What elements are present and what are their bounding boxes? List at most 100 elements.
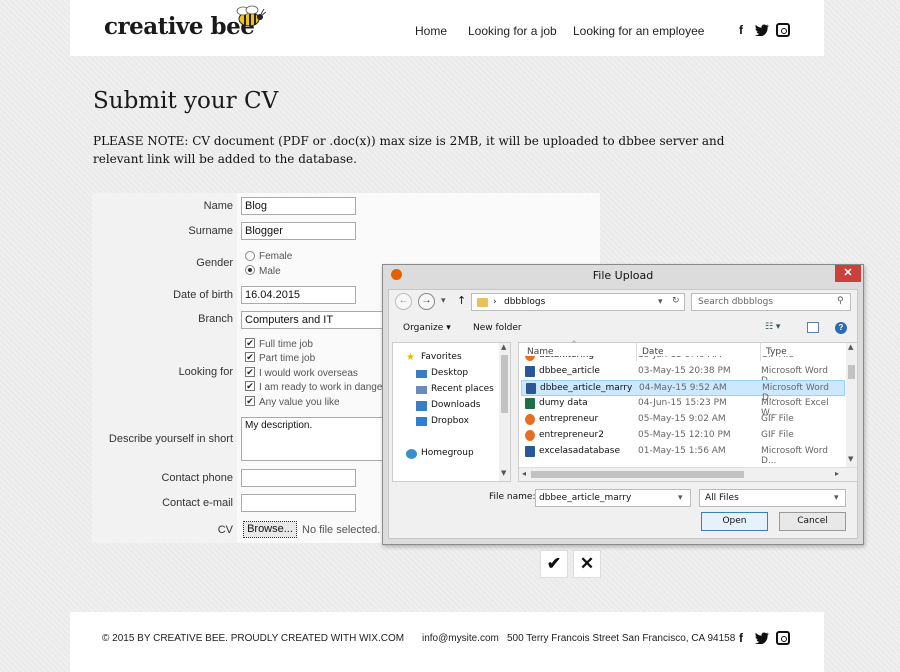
file-name: dbbee_article: [539, 366, 600, 376]
address-bar[interactable]: › dbbblogs ▾ ↻: [471, 293, 685, 311]
twitter-icon[interactable]: [755, 632, 769, 644]
dialog-close-button[interactable]: ✕: [835, 265, 861, 282]
preview-pane-icon[interactable]: [807, 322, 819, 333]
file-row[interactable]: datafiltering 15-Jun-15 9:49 AM GIF File: [521, 356, 845, 364]
gif-file-icon: [525, 414, 535, 425]
phone-input[interactable]: [241, 469, 356, 487]
file-name: dumy data: [539, 398, 588, 408]
recent-places-icon: [416, 386, 427, 394]
file-name-input[interactable]: dbbee_article_marry ▾: [535, 489, 691, 507]
describe-textarea[interactable]: My description.: [241, 417, 391, 461]
file-hscrollbar[interactable]: ◂ ▸: [519, 467, 857, 481]
breadcrumb[interactable]: dbbblogs: [504, 297, 545, 307]
twitter-icon[interactable]: [755, 24, 769, 36]
nav-scroll-thumb[interactable]: [501, 355, 508, 413]
search-input[interactable]: Search dbbblogs ⚲: [691, 293, 851, 311]
nav-looking-for-employee[interactable]: Looking for an employee: [573, 24, 704, 38]
nav-home[interactable]: Home: [415, 24, 447, 38]
nav-dropbox[interactable]: Dropbox: [431, 416, 469, 426]
site-footer: © 2015 BY CREATIVE BEE. PROUDLY CREATED …: [70, 612, 824, 672]
file-row[interactable]: dumy data 04-Jun-15 15:23 PM Microsoft Exc…: [521, 396, 845, 418]
file-scrollbar[interactable]: ▲ ▼: [846, 343, 857, 467]
label-gender: Gender: [196, 257, 233, 269]
view-options-icon[interactable]: ☷ ▾: [765, 322, 780, 332]
file-list: Name ^ Date Type datafiltering15-Jun-15 …: [518, 340, 858, 482]
gender-male-radio[interactable]: [245, 265, 255, 275]
file-scroll-thumb[interactable]: [848, 365, 855, 379]
nav-scrollbar[interactable]: ▲ ▼: [499, 343, 510, 481]
organize-menu[interactable]: Organize ▾: [403, 323, 451, 333]
gender-female-label: Female: [259, 251, 293, 262]
file-type-select[interactable]: All Files ▾: [699, 489, 846, 507]
dialog-body: ← → ▾ ↑ › dbbblogs ▾ ↻ Search dbbblogs ⚲…: [388, 289, 858, 539]
file-date: 15-Jun-15 9:49 AM: [638, 356, 722, 360]
dialog-cancel-button[interactable]: Cancel: [779, 512, 846, 531]
looking-parttime-checkbox[interactable]: ✔: [245, 352, 255, 362]
nav-looking-for-job[interactable]: Looking for a job: [468, 24, 557, 38]
looking-any-checkbox[interactable]: ✔: [245, 396, 255, 406]
forward-button[interactable]: →: [418, 293, 435, 310]
refresh-icon[interactable]: ↻: [672, 296, 680, 306]
search-placeholder: Search dbbblogs: [698, 297, 774, 307]
nav-pane: ★ Favorites Desktop Recent places Downlo…: [392, 342, 511, 482]
back-button[interactable]: ←: [395, 293, 412, 310]
label-phone: Contact phone: [161, 472, 233, 484]
file-type: Microsoft Word D...: [761, 446, 828, 466]
file-name-dropdown-icon[interactable]: ▾: [678, 493, 683, 503]
new-folder-button[interactable]: New folder: [473, 323, 522, 333]
name-input[interactable]: [241, 197, 356, 215]
nav-favorites[interactable]: Favorites: [421, 352, 462, 362]
cancel-button[interactable]: ✕: [573, 550, 601, 578]
file-type-dropdown-icon[interactable]: ▾: [834, 493, 839, 503]
dob-input[interactable]: [241, 286, 356, 304]
dropbox-icon: [416, 417, 427, 426]
folder-icon: [477, 298, 488, 307]
file-status-text: No file selected.: [302, 524, 381, 536]
address-dropdown-icon[interactable]: ▾: [658, 297, 663, 307]
footer-email[interactable]: info@mysite.com: [422, 633, 499, 644]
looking-dangerous-checkbox[interactable]: ✔: [245, 381, 255, 391]
file-row[interactable]: dbbee_article_marry 04-May-15 9:52 AM Micr…: [521, 380, 845, 403]
file-name: entrepreneur2: [539, 430, 604, 440]
browse-button[interactable]: Browse...: [243, 521, 297, 538]
instagram-icon[interactable]: [776, 631, 790, 645]
looking-overseas-checkbox[interactable]: ✔: [245, 367, 255, 377]
file-name-value: dbbee_article_marry: [539, 493, 632, 503]
organize-label: Organize: [403, 323, 444, 333]
close-icon: ✕: [579, 554, 595, 573]
file-type: GIF File: [761, 414, 794, 424]
word-doc-icon: [525, 366, 535, 377]
file-row[interactable]: entrepreneur 05-May-15 9:02 AM GIF File: [521, 412, 845, 428]
nav-recent-places[interactable]: Recent places: [431, 384, 494, 394]
file-row[interactable]: excelasadatabase 01-May-15 1:56 AM Microso…: [521, 444, 845, 466]
facebook-icon[interactable]: f: [734, 23, 748, 37]
file-date: 05-May-15 12:10 PM: [638, 430, 731, 440]
file-row[interactable]: entrepreneur2 05-May-15 12:10 PM GIF File: [521, 428, 845, 444]
email-input[interactable]: [241, 494, 356, 512]
nav-homegroup[interactable]: Homegroup: [421, 448, 474, 458]
branch-select[interactable]: Computers and IT: [241, 311, 391, 329]
file-date: 05-May-15 9:02 AM: [638, 414, 726, 424]
looking-any-label: Any value you like: [259, 397, 340, 408]
file-hscroll-thumb[interactable]: [531, 471, 744, 478]
gender-female-radio[interactable]: [245, 251, 255, 261]
file-name-label: File name:: [489, 492, 536, 502]
history-dropdown-icon[interactable]: ▾: [441, 296, 446, 306]
file-row[interactable]: dbbee_article 03-May-15 20:38 PM Microsoft…: [521, 364, 845, 386]
nav-downloads[interactable]: Downloads: [431, 400, 480, 410]
file-date: 03-May-15 20:38 PM: [638, 366, 731, 376]
looking-fulltime-checkbox[interactable]: ✔: [245, 338, 255, 348]
help-icon[interactable]: ?: [835, 322, 847, 334]
facebook-icon[interactable]: f: [734, 631, 748, 645]
nav-desktop[interactable]: Desktop: [431, 368, 468, 378]
surname-input[interactable]: [241, 222, 356, 240]
open-button[interactable]: Open: [701, 512, 768, 531]
file-date: 04-May-15 9:52 AM: [639, 383, 727, 393]
instagram-icon[interactable]: [776, 23, 790, 37]
dialog-title: File Upload: [592, 269, 654, 282]
looking-dangerous-label: I am ready to work in dangero: [259, 382, 392, 393]
submit-button[interactable]: ✔: [540, 550, 568, 578]
up-folder-button[interactable]: ↑: [457, 294, 466, 307]
homegroup-icon: [406, 449, 417, 459]
gif-file-icon: [525, 356, 535, 361]
